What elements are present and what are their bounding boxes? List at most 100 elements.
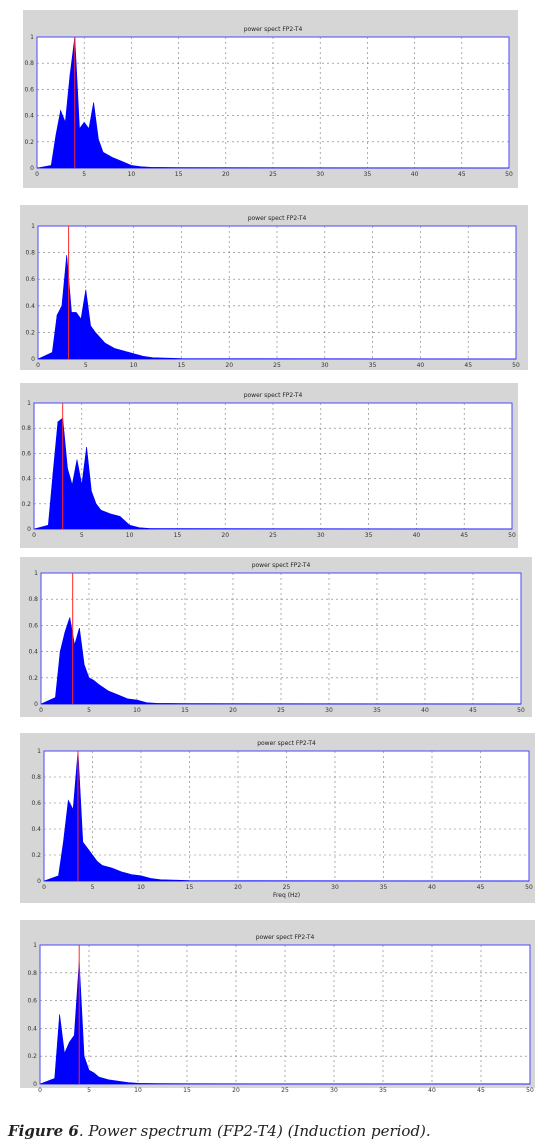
- x-tick-label: 15: [181, 707, 189, 714]
- x-tick-label: 45: [458, 171, 466, 178]
- panel-title: power spect FP2-T4: [244, 26, 303, 33]
- x-tick-label: 20: [232, 1087, 240, 1094]
- x-tick-label: 35: [373, 707, 381, 714]
- x-tick-label: 45: [477, 1087, 485, 1094]
- y-tick-label: 0.4: [25, 303, 35, 310]
- y-tick-label: 0.2: [25, 329, 35, 336]
- y-tick-label: 0.4: [24, 113, 34, 120]
- panel-title: power spect FP2-T4: [256, 934, 315, 941]
- x-tick-label: 10: [137, 884, 145, 891]
- y-tick-label: 0.2: [21, 501, 31, 508]
- x-tick-label: 15: [174, 532, 182, 539]
- panel-title: power spect FP2-T4: [257, 740, 316, 747]
- y-tick-label: 0.2: [31, 852, 41, 859]
- y-tick-label: 0.8: [21, 425, 31, 432]
- y-tick-label: 0.6: [28, 622, 38, 629]
- x-tick-label: 15: [183, 1087, 191, 1094]
- x-tick-label: 5: [87, 707, 91, 714]
- x-tick-label: 45: [477, 884, 485, 891]
- x-tick-label: 40: [417, 362, 425, 369]
- x-tick-label: 40: [428, 1087, 436, 1094]
- y-tick-label: 0.6: [24, 86, 34, 93]
- x-tick-label: 20: [229, 707, 237, 714]
- y-tick-label: 1: [27, 400, 31, 407]
- y-tick-label: 0: [34, 701, 38, 708]
- x-tick-label: 20: [225, 362, 233, 369]
- x-tick-label: 45: [469, 707, 477, 714]
- x-tick-label: 35: [369, 362, 377, 369]
- x-tick-label: 35: [379, 1087, 387, 1094]
- y-tick-label: 0: [37, 878, 41, 885]
- x-tick-label: 20: [221, 532, 229, 539]
- x-tick-label: 50: [508, 532, 516, 539]
- x-tick-label: 10: [126, 532, 134, 539]
- panel-title: power spect FP2-T4: [252, 562, 311, 569]
- spectrum-panel: power spect FP2-T4 0 5 10 15 20 25 30 35 40 45 50 0 0…: [20, 920, 535, 1094]
- x-tick-label: 20: [234, 884, 242, 891]
- panel-title: power spect FP2-T4: [244, 392, 303, 399]
- x-tick-label: 0: [42, 884, 46, 891]
- y-tick-label: 0.8: [27, 970, 37, 977]
- plot-area: [33, 402, 513, 530]
- y-tick-label: 0.2: [28, 675, 38, 682]
- panel-title: power spect FP2-T4: [248, 215, 307, 222]
- x-tick-label: 15: [175, 171, 183, 178]
- x-tick-label: 5: [84, 362, 88, 369]
- x-tick-label: 5: [87, 1087, 91, 1094]
- figure-caption: Figure 6. Power spectrum (FP2-T4) (Induc…: [8, 1122, 431, 1140]
- caption-label: Figure 6: [8, 1122, 79, 1140]
- y-tick-label: 0: [31, 356, 35, 363]
- x-tick-label: 50: [505, 171, 513, 178]
- y-tick-label: 0.6: [27, 998, 37, 1005]
- y-tick-label: 0.6: [21, 450, 31, 457]
- x-tick-label: 50: [525, 884, 533, 891]
- y-tick-label: 0.2: [24, 139, 34, 146]
- figure-panels: power spect FP2-T40 5 10 15 20 25 30 35 40 45 5000…: [20, 10, 535, 1094]
- x-tick-label: 40: [421, 707, 429, 714]
- y-tick-label: 0: [27, 526, 31, 533]
- x-tick-label: 0: [35, 171, 39, 178]
- spectrum-panel: power spect FP2-T4 0 5 10 15 20 25 30 35 40 45 50 0 0…: [20, 733, 535, 903]
- y-tick-label: 0: [30, 165, 34, 172]
- y-tick-label: 0.4: [27, 1025, 37, 1032]
- x-tick-label: 5: [80, 532, 84, 539]
- y-tick-label: 0.4: [21, 476, 31, 483]
- x-tick-label: 20: [222, 171, 230, 178]
- caption-text: . Power spectrum (FP2-T4) (Induction per…: [78, 1122, 431, 1140]
- x-tick-label: 30: [325, 707, 333, 714]
- y-tick-label: 1: [31, 223, 35, 230]
- x-tick-label: 0: [36, 362, 40, 369]
- y-tick-label: 0.8: [31, 774, 41, 781]
- x-tick-label: 30: [331, 884, 339, 891]
- x-tick-label: 10: [133, 707, 141, 714]
- x-tick-label: 25: [273, 362, 281, 369]
- x-tick-label: 30: [317, 532, 325, 539]
- x-tick-label: 45: [460, 532, 468, 539]
- y-tick-label: 0: [33, 1081, 37, 1088]
- x-tick-label: 0: [39, 707, 43, 714]
- y-tick-label: 0.6: [31, 800, 41, 807]
- x-tick-label: 25: [269, 532, 277, 539]
- x-tick-label: 40: [428, 884, 436, 891]
- x-tick-label: 5: [82, 171, 86, 178]
- y-tick-label: 1: [33, 942, 37, 949]
- x-tick-label: 25: [269, 171, 277, 178]
- x-tick-label: 35: [364, 171, 372, 178]
- x-tick-label: 40: [411, 171, 419, 178]
- x-tick-label: 5: [91, 884, 95, 891]
- spectrum-panel: power spect FP2-T4 0 5 10 15 20 25 30 35 40 45 50 0 0…: [23, 10, 518, 188]
- x-tick-label: 10: [130, 362, 138, 369]
- x-tick-label: 25: [277, 707, 285, 714]
- y-tick-label: 1: [34, 570, 38, 577]
- y-tick-label: 0.8: [25, 250, 35, 257]
- y-tick-label: 0.8: [24, 60, 34, 67]
- x-tick-label: 30: [330, 1087, 338, 1094]
- x-tick-label: 30: [321, 362, 329, 369]
- x-tick-label: 40: [413, 532, 421, 539]
- x-tick-label: 50: [526, 1087, 534, 1094]
- x-tick-label: 35: [365, 532, 373, 539]
- y-tick-label: 0.2: [27, 1053, 37, 1060]
- x-tick-label: 10: [128, 171, 136, 178]
- spectrum-panel: power spect FP2-T4 0 5 10 15 20 25 30 35 40 45 50 0 0…: [20, 557, 532, 717]
- x-tick-label: 25: [283, 884, 291, 891]
